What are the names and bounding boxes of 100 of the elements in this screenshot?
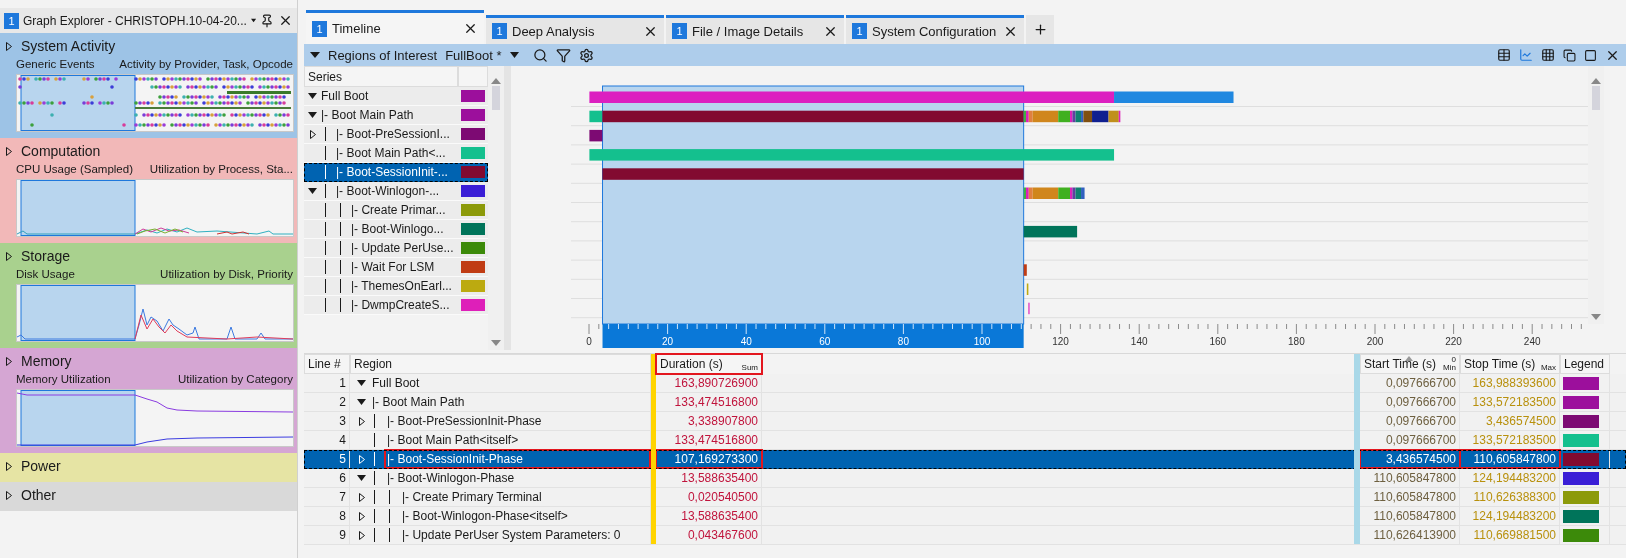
maximize-icon[interactable] (1584, 48, 1597, 62)
expanded-triangle-icon[interactable] (308, 93, 317, 99)
tab[interactable]: 1 System Configuration (846, 15, 1024, 44)
series-label: |- Boot Main Path (321, 108, 414, 122)
series-row[interactable]: |- ThemesOnEarl... (304, 277, 488, 296)
start-time-cell: 0,097666700 (1360, 412, 1460, 430)
table-row[interactable]: 2 |- Boot Main Path 133,474516800 0,097666700 133,572183500 (304, 393, 1626, 412)
table-row[interactable]: 6 |- Boot-Winlogon-Phase 13,588635400 110,605847800 124,194483200 (304, 469, 1626, 488)
collapsed-triangle-icon[interactable] (6, 146, 12, 156)
category-title[interactable]: Computation (21, 143, 101, 159)
settings-icon[interactable] (578, 47, 594, 63)
stop-time-cell: 163,988393600 (1460, 374, 1560, 392)
region-cell-text: |- Boot-Winlogon-Phase (386, 470, 516, 487)
collapsed-triangle-icon[interactable] (6, 41, 12, 51)
collapsed-triangle-icon[interactable] (359, 530, 365, 540)
table-row[interactable]: 3 |- Boot-PreSessionInit-Phase 3,338907800 0,097666700 3,436574500 (304, 412, 1626, 431)
profile-dropdown[interactable]: FullBoot * (445, 47, 502, 63)
table-grid-icon[interactable] (1541, 48, 1555, 62)
series-row[interactable]: |- Update PerUse... (304, 239, 488, 258)
collapse-triangle-icon[interactable] (310, 52, 320, 58)
axis-label: 40 (740, 336, 752, 347)
category-title[interactable]: Other (21, 487, 56, 503)
column-header[interactable]: Legend (1560, 354, 1610, 374)
tree-guide-line (325, 165, 326, 179)
collapsed-triangle-icon[interactable] (6, 251, 12, 261)
close-icon[interactable] (278, 13, 293, 28)
expanded-triangle-icon[interactable] (357, 380, 366, 386)
expanded-triangle-icon[interactable] (357, 399, 366, 405)
close-icon[interactable] (463, 21, 478, 36)
graph-thumbnail[interactable] (16, 389, 294, 447)
start-time-cell: 0,097666700 (1360, 431, 1460, 449)
series-label: |- Create Primar... (351, 203, 446, 217)
expanded-triangle-icon[interactable] (308, 188, 317, 194)
category-title[interactable]: Power (21, 458, 61, 474)
series-row[interactable]: Full Boot (304, 87, 488, 106)
collapsed-triangle-icon[interactable] (310, 129, 316, 139)
column-header[interactable]: Stop Time (s) Max (1460, 354, 1560, 374)
category-title[interactable]: System Activity (21, 38, 116, 54)
table-row[interactable]: 9 |- Update PerUser System Parameters: 0 0,043467600 110,626413900 110,669881500 (304, 526, 1626, 545)
collapsed-triangle-icon[interactable] (359, 511, 365, 521)
scroll-down-icon[interactable] (1591, 314, 1601, 320)
pin-icon[interactable] (260, 13, 274, 28)
start-time-cell: 110,626413900 (1360, 526, 1460, 544)
restore-icon[interactable] (1563, 48, 1576, 62)
expanded-triangle-icon[interactable] (308, 112, 317, 118)
start-time-cell: 3,436574500 (1360, 450, 1460, 468)
table-row[interactable]: 1 Full Boot 163,890726900 0,097666700 163,988393600 (304, 374, 1626, 393)
table-row[interactable]: 4 |- Boot Main Path<itself> 133,474516800 0,097666700 133,572183500 (304, 431, 1626, 450)
tree-guide-line (389, 509, 390, 523)
series-row[interactable]: |- Boot Main Path (304, 106, 488, 125)
column-header[interactable]: Series (304, 66, 458, 87)
dropdown-caret-icon[interactable] (250, 17, 256, 24)
series-row[interactable]: |- Boot-Winlogon-... (304, 182, 488, 201)
column-splitter[interactable] (651, 354, 656, 544)
series-row[interactable]: |- DwmpCreateS... (304, 296, 488, 315)
table-row[interactable]: 8 |- Boot-Winlogon-Phase<itself> 13,588635400 110,605847800 124,194483200 (304, 507, 1626, 526)
series-label: |- Wait For LSM (351, 260, 435, 274)
category-title[interactable]: Storage (21, 248, 71, 264)
category-title[interactable]: Memory (21, 353, 72, 369)
series-row[interactable]: |- Boot Main Path<... (304, 144, 488, 163)
series-row[interactable]: |- Wait For LSM (304, 258, 488, 277)
dropdown-caret-icon[interactable] (509, 52, 519, 58)
series-row[interactable]: |- Boot-Winlogo... (304, 220, 488, 239)
column-header[interactable]: Region (350, 354, 651, 374)
duration-cell: 133,474516800 (656, 393, 762, 411)
tree-guide-line (374, 452, 375, 466)
scroll-up-icon[interactable] (1591, 78, 1601, 84)
table-row[interactable]: 5 |- Boot-SessionInit-Phase 107,169273300 3,436574500 110,605847800 (304, 450, 1626, 469)
graph-thumbnail[interactable] (16, 284, 294, 342)
series-row[interactable]: |- Create Primar... (304, 201, 488, 220)
collapsed-triangle-icon[interactable] (6, 356, 12, 366)
start-time-cell: 0,097666700 (1360, 393, 1460, 411)
graph-thumbnail[interactable] (16, 179, 294, 237)
expanded-triangle-icon[interactable] (357, 475, 366, 481)
series-row[interactable]: |- Boot-PreSessionI... (304, 125, 488, 144)
graph-table-icon[interactable] (1497, 48, 1511, 62)
tree-guide-line (340, 260, 341, 274)
filter-icon[interactable] (555, 47, 571, 63)
search-icon[interactable] (532, 47, 548, 63)
column-header[interactable]: Line # (304, 354, 350, 374)
collapsed-triangle-icon[interactable] (359, 416, 365, 426)
scroll-thumb[interactable] (1592, 86, 1600, 110)
tab[interactable]: 1 File / Image Details (666, 15, 844, 44)
timeline-bar (1023, 264, 1027, 276)
series-row[interactable]: |- Boot-SessionInit-... (304, 163, 488, 182)
tree-guide-line (325, 184, 326, 198)
tab[interactable]: 1 Deep Analysis (486, 15, 664, 44)
column-header[interactable]: Duration (s) Sum (656, 354, 762, 374)
collapsed-triangle-icon[interactable] (359, 492, 365, 502)
scroll-up-icon[interactable] (491, 78, 501, 84)
collapsed-triangle-icon[interactable] (6, 461, 12, 471)
table-row[interactable]: 7 |- Create Primary Terminal 0,020540500 110,605847800 110,626388300 (304, 488, 1626, 507)
scroll-thumb[interactable] (492, 86, 500, 110)
add-tab-button[interactable] (1026, 15, 1054, 44)
window-number-badge: 1 (4, 12, 19, 29)
start-time-cell: 110,605847800 (1360, 469, 1460, 487)
series-label: Full Boot (321, 89, 369, 103)
scroll-down-icon[interactable] (491, 340, 501, 346)
collapsed-triangle-icon[interactable] (6, 490, 12, 500)
stop-time-cell: 3,436574500 (1460, 412, 1560, 430)
